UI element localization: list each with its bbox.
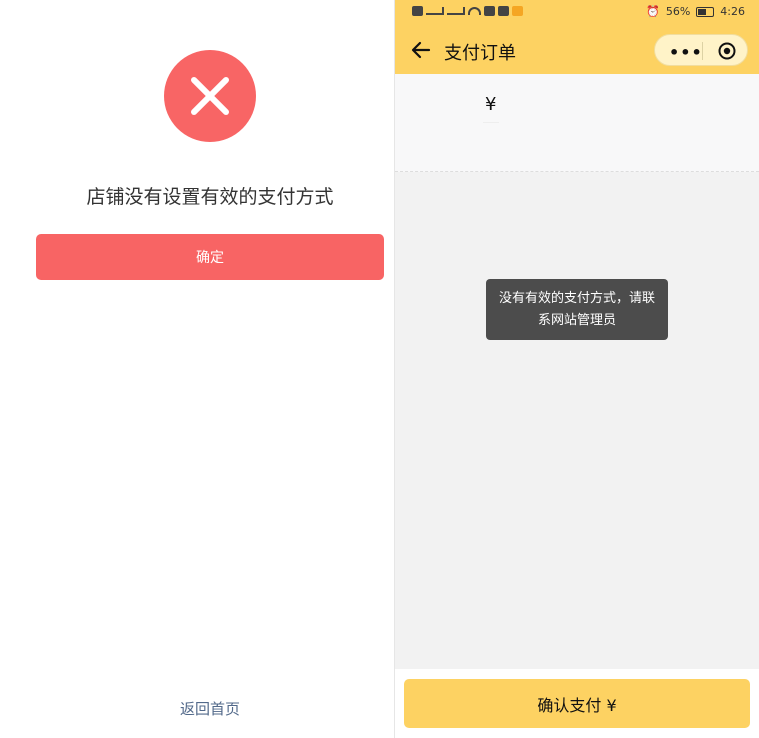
amount-section: ¥ xyxy=(395,74,759,172)
app-icon xyxy=(512,6,523,16)
status-bar: ⏰ 56% 4:26 xyxy=(395,0,759,26)
tiktok-icon xyxy=(498,6,509,16)
toast-message: 没有有效的支付方式，请联系网站管理员 xyxy=(486,279,668,340)
payment-screen: ⏰ 56% 4:26 支付订单 ••• ¥ 没有有效的支付方式，请联系网站管理员… xyxy=(395,0,759,738)
status-icons-right: ⏰ 56% 4:26 xyxy=(646,5,745,18)
hd-icon xyxy=(412,6,423,16)
signal-icon xyxy=(447,7,465,15)
chat-icon xyxy=(484,6,495,16)
status-time: 4:26 xyxy=(720,5,745,18)
amount-input-line[interactable] xyxy=(483,122,499,123)
confirm-pay-button[interactable]: 确认支付 ¥ xyxy=(404,679,750,728)
page-title: 支付订单 xyxy=(444,43,516,64)
battery-percent: 56% xyxy=(665,5,691,18)
error-icon xyxy=(164,50,256,142)
wifi-icon xyxy=(468,7,481,15)
miniprogram-capsule: ••• xyxy=(654,34,748,66)
currency-symbol: ¥ xyxy=(485,94,497,115)
back-arrow-icon[interactable] xyxy=(409,38,433,62)
capsule-divider xyxy=(702,42,703,60)
target-icon[interactable] xyxy=(718,42,736,60)
error-page: 店铺没有设置有效的支付方式 确定 返回首页 xyxy=(0,0,395,738)
signal-icon xyxy=(426,7,444,15)
back-home-link[interactable]: 返回首页 xyxy=(0,698,420,719)
more-icon[interactable]: ••• xyxy=(669,43,703,62)
alarm-icon: ⏰ xyxy=(646,5,660,18)
error-message: 店铺没有设置有效的支付方式 xyxy=(86,186,334,208)
battery-icon xyxy=(696,6,715,17)
bottom-bar: 确认支付 ¥ xyxy=(395,669,759,738)
status-icons-left xyxy=(412,6,523,16)
nav-bar: 支付订单 ••• xyxy=(395,26,759,74)
confirm-button[interactable]: 确定 xyxy=(36,234,384,280)
